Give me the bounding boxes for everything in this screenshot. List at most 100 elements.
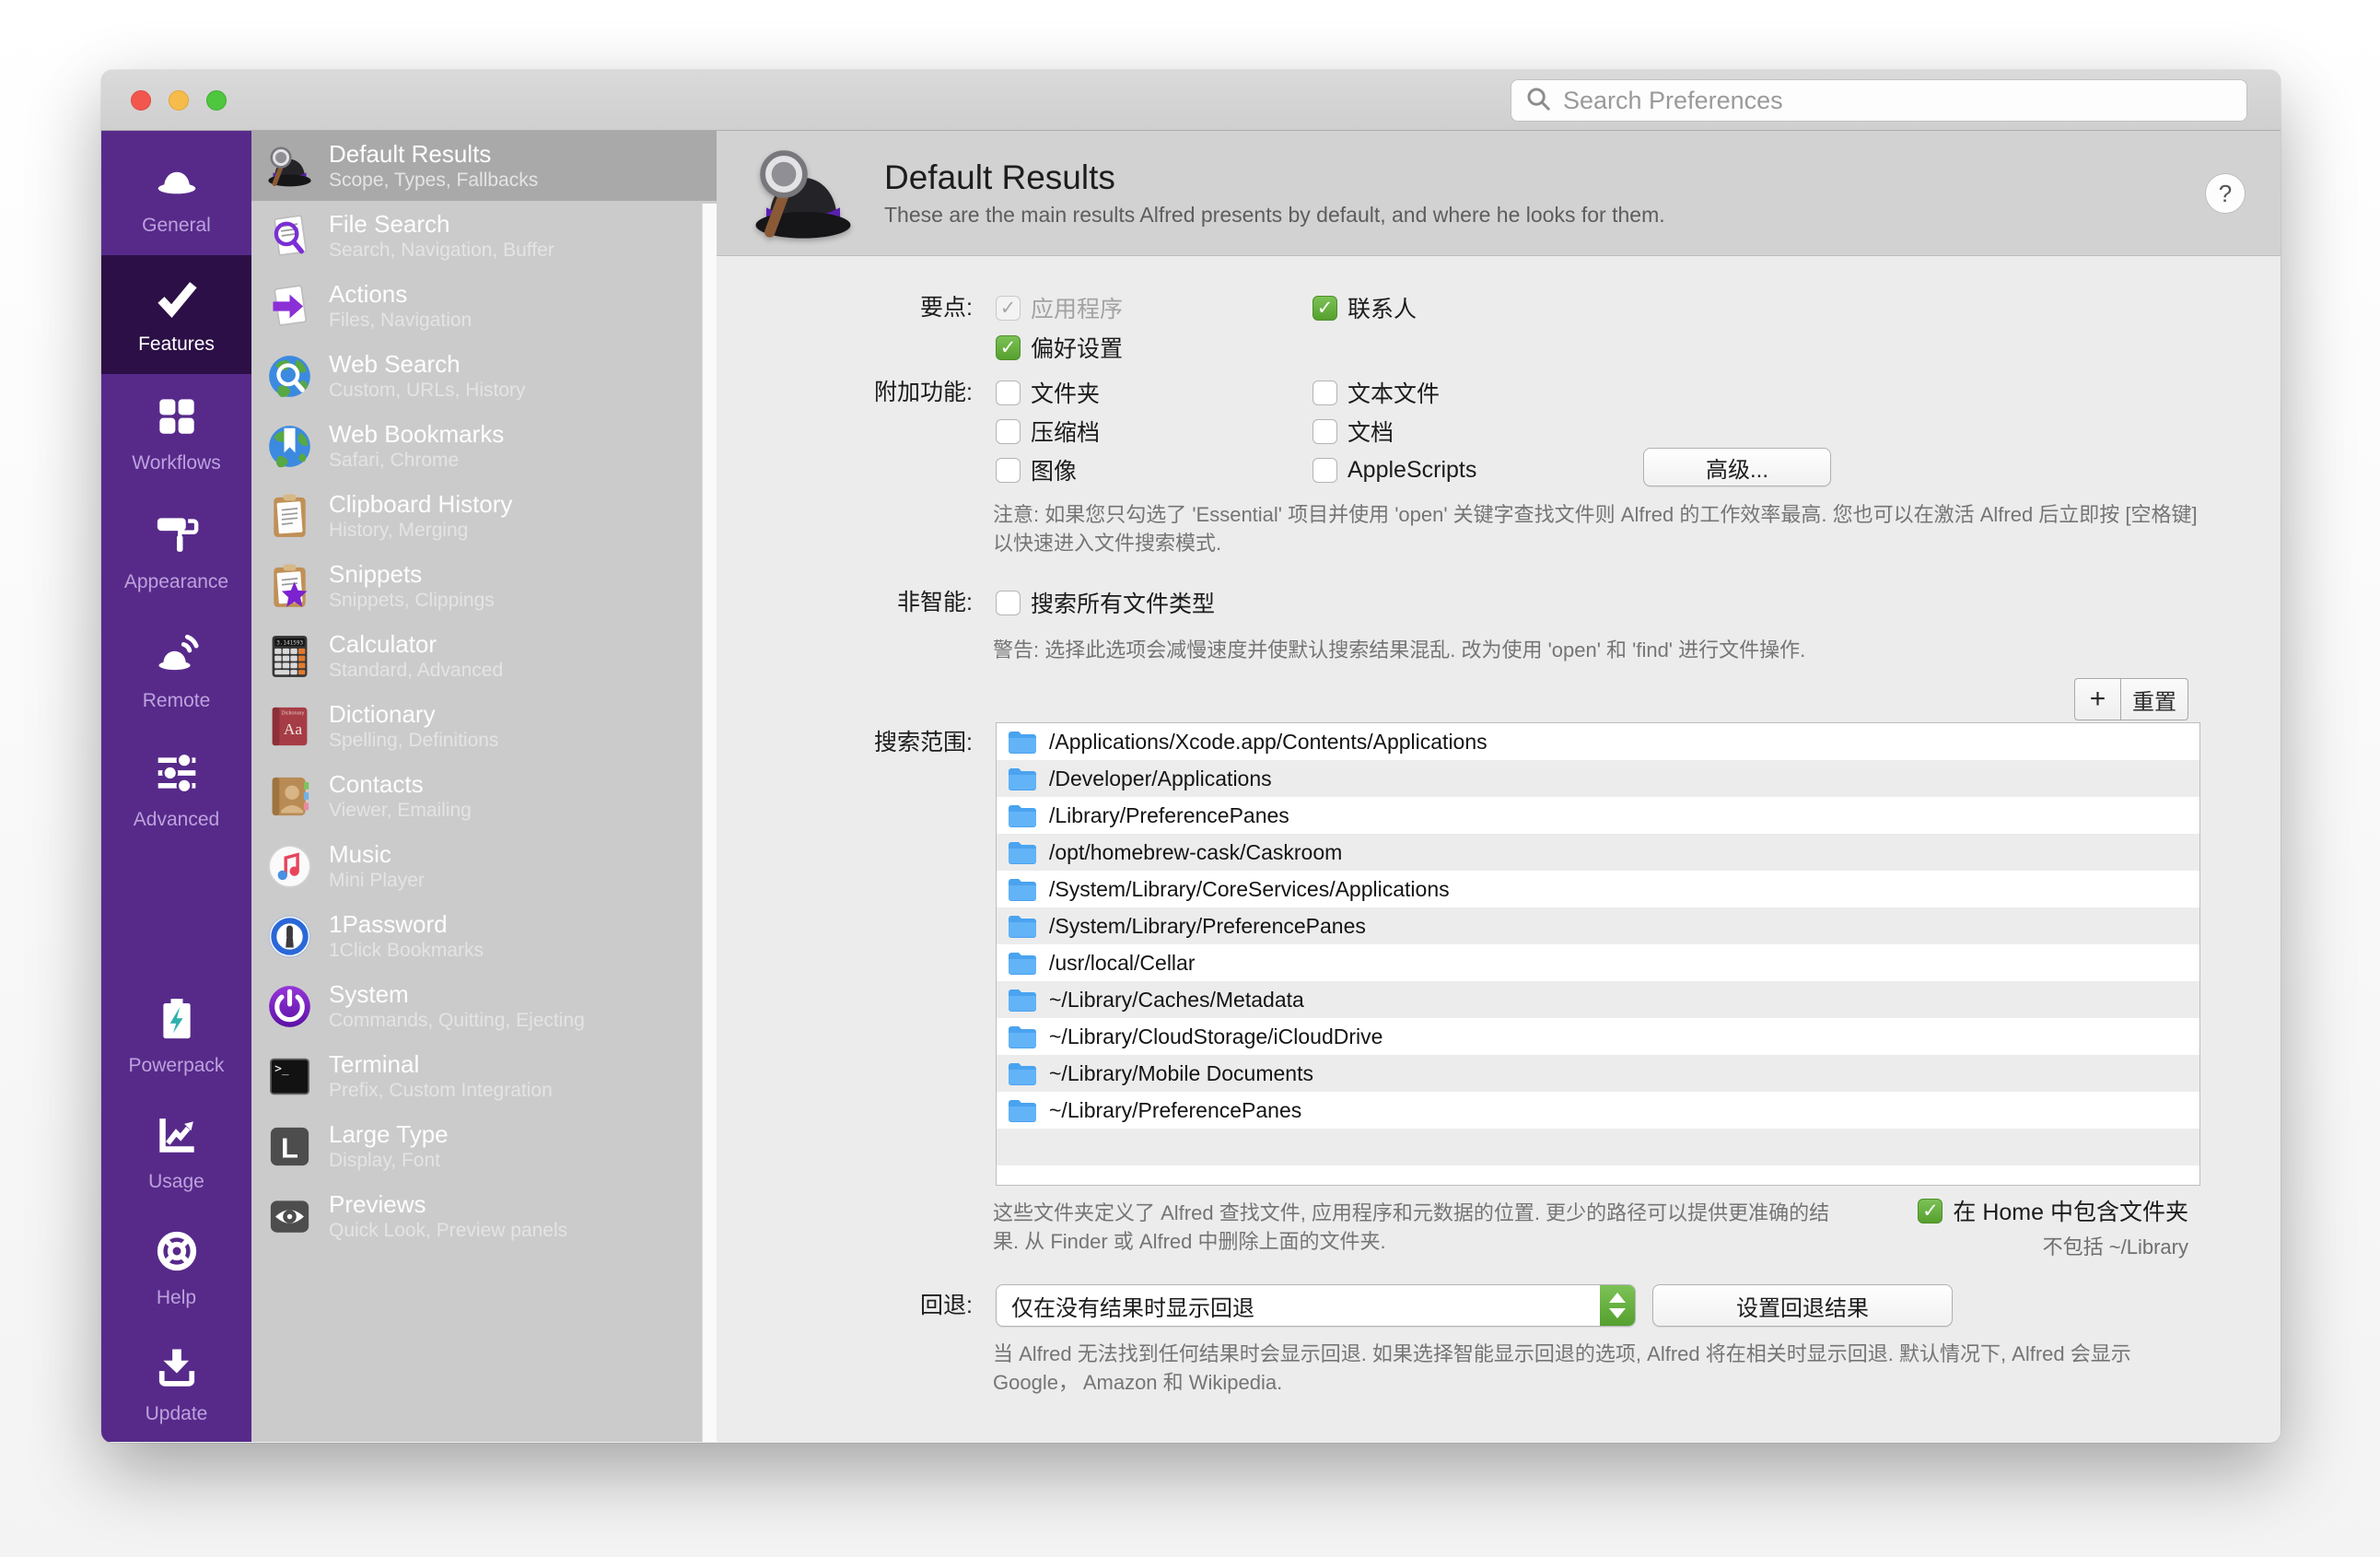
advanced-button[interactable]: 高级... <box>1643 448 1831 486</box>
large-type-icon: L <box>264 1121 315 1172</box>
clipboard-star-icon <box>264 561 315 612</box>
feature-subtitle: Safari, Chrome <box>329 449 504 472</box>
essentials-label: 要点: <box>717 293 973 322</box>
sidebar-item-update[interactable]: Update <box>101 1326 251 1442</box>
svg-text:3.141593: 3.141593 <box>276 639 303 646</box>
sidebar-item-advanced[interactable]: Advanced <box>101 731 251 849</box>
feature-item-file-search[interactable]: File SearchSearch, Navigation, Buffer <box>251 201 717 271</box>
feature-item-calculator[interactable]: 3.141593 CalculatorStandard, Advanced <box>251 621 717 691</box>
checkmark-icon <box>153 274 201 326</box>
zoom-window-button[interactable] <box>206 90 227 111</box>
sidebar-item-remote[interactable]: Remote <box>101 612 251 731</box>
scope-row[interactable]: ~/Library/CloudStorage/iCloudDrive <box>997 1018 2199 1055</box>
scope-row[interactable]: /Developer/Applications <box>997 760 2199 797</box>
scope-footer-note: 这些文件夹定义了 Alfred 查找文件, 应用程序和元数据的位置. 更少的路径… <box>993 1199 1831 1256</box>
checkbox-documents[interactable]: 文档 <box>1312 416 1394 446</box>
feature-item-large-type[interactable]: L Large TypeDisplay, Font <box>251 1111 717 1181</box>
feature-item-1password[interactable]: 1Password1Click Bookmarks <box>251 901 717 971</box>
feature-title: Actions <box>329 280 472 309</box>
folder-icon <box>1008 988 1037 1012</box>
scope-row[interactable]: ~/Library/Mobile Documents <box>997 1055 2199 1092</box>
battery-bolt-icon <box>153 995 201 1048</box>
unintelligent-label: 非智能: <box>717 588 973 617</box>
minimize-window-button[interactable] <box>169 90 189 111</box>
search-scope-list[interactable]: /Applications/Xcode.app/Contents/Applica… <box>996 722 2200 1186</box>
checkbox-applications[interactable]: ✓ 应用程序 <box>996 293 1123 322</box>
feature-subtitle: Quick Look, Preview panels <box>329 1219 567 1242</box>
feature-item-web-search[interactable]: Web SearchCustom, URLs, History <box>251 341 717 411</box>
feature-item-contacts[interactable]: ContactsViewer, Emailing <box>251 761 717 831</box>
sidebar-item-usage[interactable]: Usage <box>101 1094 251 1210</box>
checkbox-preferences[interactable]: ✓ 偏好设置 <box>996 333 1123 362</box>
checkbox-folders[interactable]: 文件夹 <box>996 378 1100 407</box>
feature-item-default-results[interactable]: Default ResultsScope, Types, Fallbacks <box>251 131 717 201</box>
feature-title: Large Type <box>329 1120 449 1149</box>
sidebar-item-powerpack[interactable]: Powerpack <box>101 978 251 1094</box>
checkbox-box <box>1312 419 1337 444</box>
checkbox-archives[interactable]: 压缩档 <box>996 416 1100 446</box>
checkbox-label: 图像 <box>1031 453 1077 486</box>
sidebar-item-label: Workflows <box>132 452 220 474</box>
feature-item-web-bookmarks[interactable]: Web BookmarksSafari, Chrome <box>251 411 717 481</box>
checkbox-search-all-file-types[interactable]: 搜索所有文件类型 <box>996 588 1215 617</box>
checkbox-include-home[interactable]: ✓ 在 Home 中包含文件夹 <box>1918 1196 2188 1225</box>
feature-item-clipboard-history[interactable]: Clipboard HistoryHistory, Merging <box>251 481 717 551</box>
feature-title: Snippets <box>329 560 495 589</box>
sidebar-item-label: Powerpack <box>129 1055 225 1077</box>
checkbox-label: 偏好设置 <box>1031 331 1123 364</box>
default-results-pane: Default Results These are the main resul… <box>717 131 2281 1442</box>
scope-row[interactable]: /opt/homebrew-cask/Caskroom <box>997 834 2199 871</box>
scope-row[interactable]: /usr/local/Cellar <box>997 944 2199 981</box>
feature-title: Default Results <box>329 140 538 169</box>
scope-row[interactable]: /Applications/Xcode.app/Contents/Applica… <box>997 723 2199 760</box>
feature-subtitle: Mini Player <box>329 869 425 892</box>
preferences-search-field[interactable]: Search Preferences <box>1511 79 2247 122</box>
checkbox-applescripts[interactable]: AppleScripts <box>1312 455 1476 485</box>
checkbox-contacts[interactable]: ✓ 联系人 <box>1312 293 1417 322</box>
scope-row[interactable]: ~/Library/PreferencePanes <box>997 1092 2199 1129</box>
feature-item-terminal[interactable]: >_ TerminalPrefix, Custom Integration <box>251 1041 717 1111</box>
feature-list-scrollbar-track[interactable] <box>702 204 717 1442</box>
sidebar-item-appearance[interactable]: Appearance <box>101 493 251 612</box>
sidebar-item-features[interactable]: Features <box>101 255 251 374</box>
fallbacks-selected-option: 仅在没有结果时显示回退 <box>997 1290 1600 1322</box>
pane-header: Default Results These are the main resul… <box>717 131 2281 256</box>
sidebar-item-general[interactable]: General <box>101 136 251 255</box>
sidebar-item-label: Update <box>146 1403 208 1425</box>
download-tray-icon <box>153 1343 201 1396</box>
setup-fallback-results-button[interactable]: 设置回退结果 <box>1652 1284 1953 1327</box>
feature-item-dictionary[interactable]: AaDictionary DictionarySpelling, Definit… <box>251 691 717 761</box>
alfred-hat-large-icon <box>742 137 864 250</box>
sidebar-item-label: Advanced <box>134 809 219 831</box>
scope-row[interactable]: /System/Library/PreferencePanes <box>997 907 2199 944</box>
scope-row[interactable]: /System/Library/CoreServices/Application… <box>997 871 2199 907</box>
sidebar-item-label: Usage <box>148 1171 204 1193</box>
feature-title: Previews <box>329 1190 567 1219</box>
checkbox-images[interactable]: 图像 <box>996 455 1077 485</box>
fallbacks-label: 回退: <box>717 1291 973 1320</box>
help-button[interactable]: ? <box>2205 173 2246 214</box>
dictionary-book-icon: AaDictionary <box>264 701 315 752</box>
file-search-icon <box>264 211 315 262</box>
checkbox-box: ✓ <box>1312 296 1337 321</box>
add-scope-button[interactable]: + <box>2074 678 2120 720</box>
feature-item-previews[interactable]: PreviewsQuick Look, Preview panels <box>251 1181 717 1251</box>
feature-item-actions[interactable]: ActionsFiles, Navigation <box>251 271 717 341</box>
close-window-button[interactable] <box>131 90 151 111</box>
feature-subtitle: Commands, Quitting, Ejecting <box>329 1009 585 1032</box>
folder-icon <box>1008 767 1037 790</box>
titlebar[interactable]: Search Preferences <box>101 70 2281 131</box>
sidebar-item-workflows[interactable]: Workflows <box>101 374 251 493</box>
fallbacks-dropdown[interactable]: 仅在没有结果时显示回退 <box>996 1284 1636 1327</box>
reset-scope-button[interactable]: 重置 <box>2120 678 2188 720</box>
checkbox-text-files[interactable]: 文本文件 <box>1312 378 1440 407</box>
sidebar-item-help[interactable]: Help <box>101 1210 251 1326</box>
feature-title: Music <box>329 840 425 869</box>
feature-item-snippets[interactable]: SnippetsSnippets, Clippings <box>251 551 717 621</box>
feature-item-system[interactable]: SystemCommands, Quitting, Ejecting <box>251 971 717 1041</box>
eye-icon <box>264 1191 315 1242</box>
scope-row[interactable]: ~/Library/Caches/Metadata <box>997 981 2199 1018</box>
feature-item-music[interactable]: MusicMini Player <box>251 831 717 901</box>
alfred-preferences-window: Search Preferences General Features Work… <box>101 70 2281 1443</box>
scope-row[interactable]: /Library/PreferencePanes <box>997 797 2199 834</box>
